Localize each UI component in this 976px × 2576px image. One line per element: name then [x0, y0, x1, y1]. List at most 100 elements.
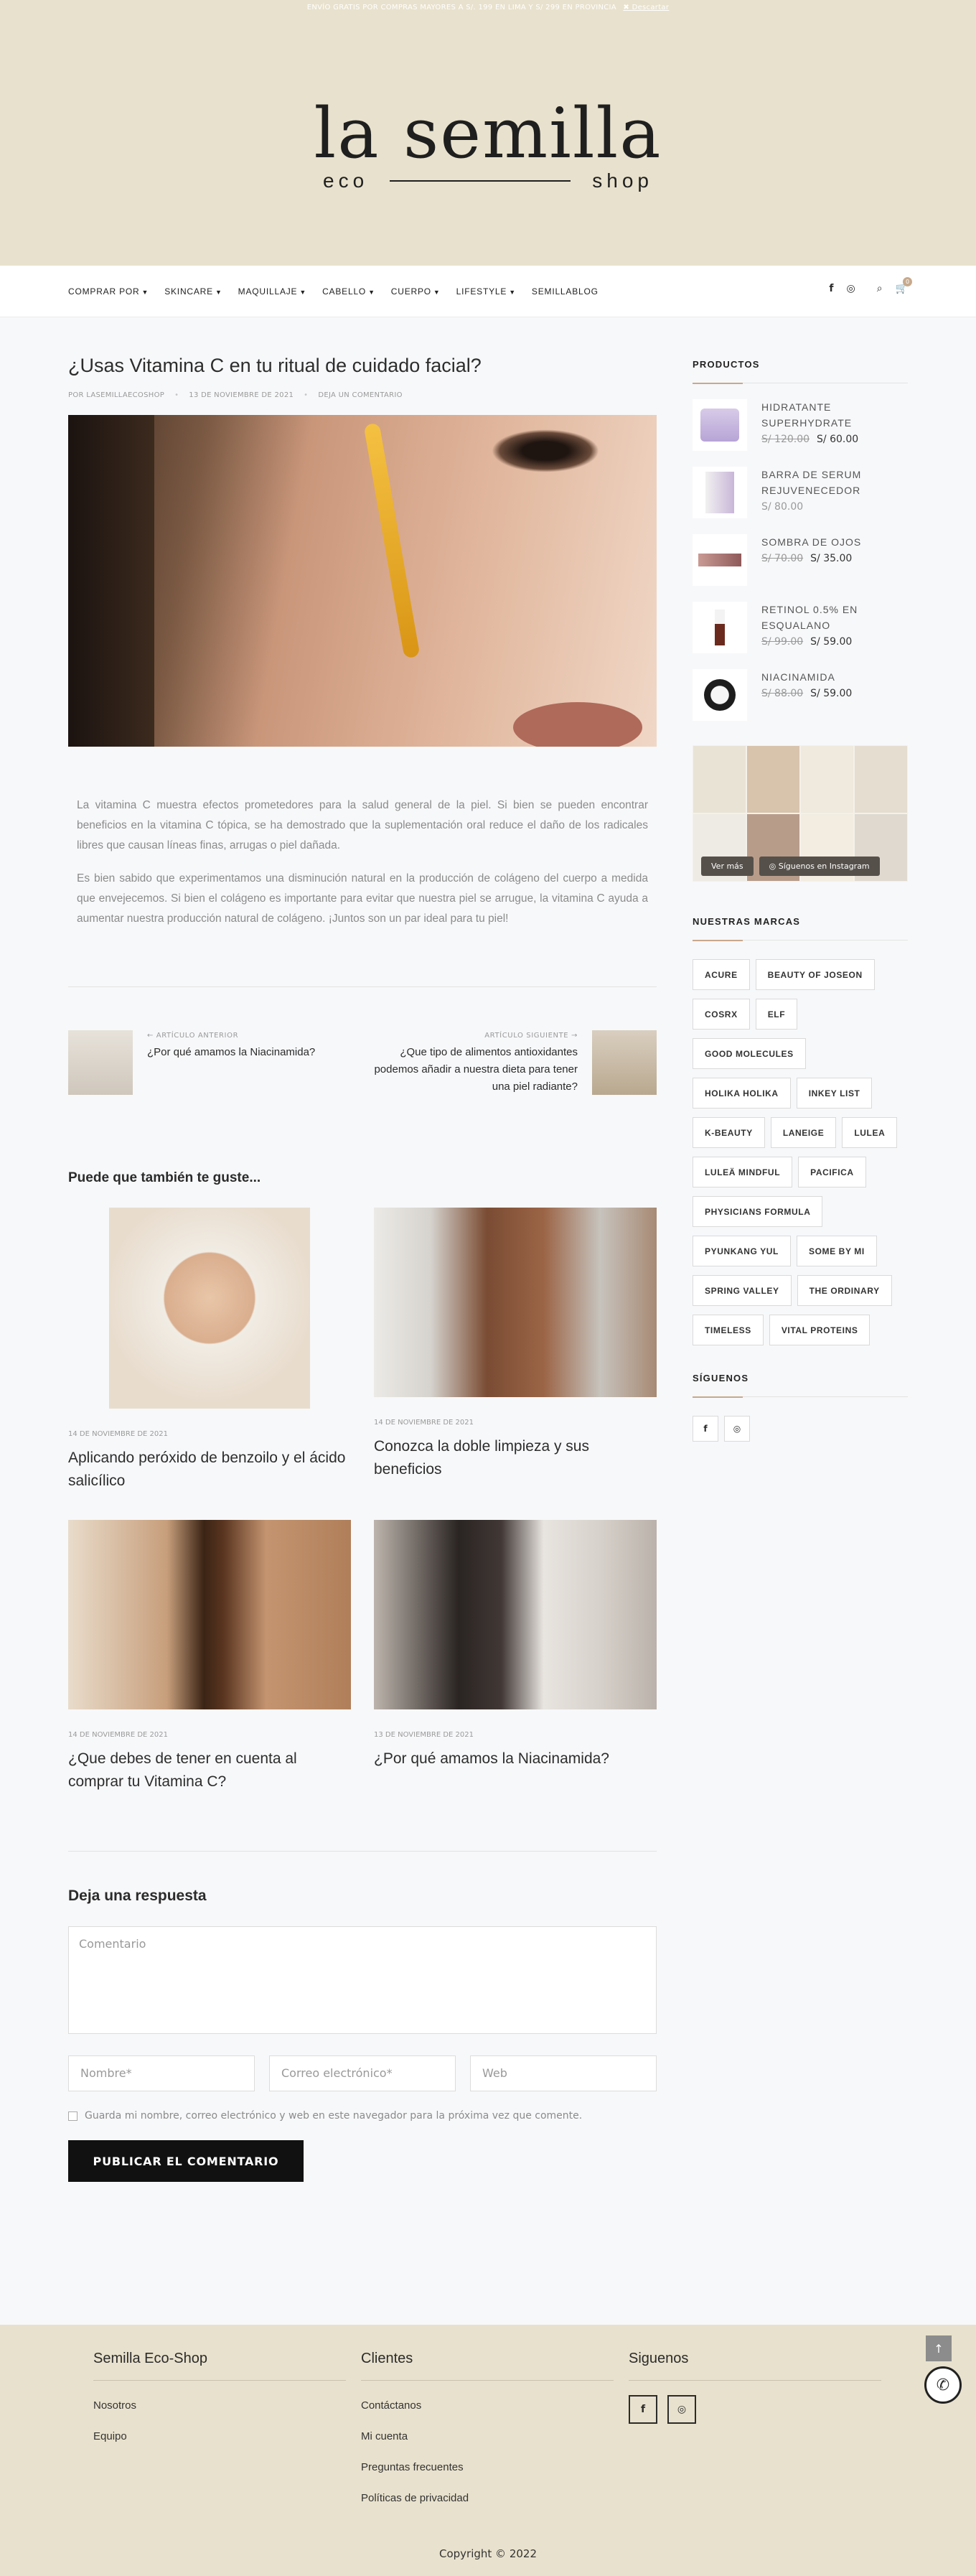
- cart-icon[interactable]: 🛒 0: [896, 277, 912, 294]
- logo-wordmark[interactable]: la semilla: [314, 98, 662, 169]
- related-card-title[interactable]: Aplicando peróxido de benzoilo y el ácid…: [68, 1447, 351, 1493]
- nav-label[interactable]: CABELLO: [322, 286, 366, 297]
- brand-tag[interactable]: PHYSICIANS FORMULA: [693, 1196, 823, 1227]
- product-name[interactable]: HIDRATANTE SUPERHYDRATE: [761, 399, 908, 431]
- related-card-image[interactable]: [68, 1520, 351, 1709]
- related-card[interactable]: 14 DE NOVIEMBRE DE 2021 Conozca la doble…: [374, 1208, 657, 1493]
- post-author-link[interactable]: POR LASEMILLAECOSHOP: [68, 391, 164, 399]
- product-name[interactable]: RETINOL 0.5% EN ESQUALANO: [761, 602, 908, 633]
- prev-post-link[interactable]: ← ARTÍCULO ANTERIOR ¿Por qué amamos la N…: [68, 1030, 355, 1096]
- save-info-label[interactable]: Guarda mi nombre, correo electrónico y w…: [85, 2110, 582, 2122]
- related-card-title[interactable]: Conozca la doble limpieza y sus benefici…: [374, 1435, 657, 1481]
- brand-tag[interactable]: SPRING VALLEY: [693, 1275, 792, 1306]
- product-thumbnail[interactable]: [693, 602, 747, 653]
- instagram-photo[interactable]: [746, 745, 800, 813]
- product-name[interactable]: SOMBRA DE OJOS: [761, 534, 861, 550]
- nav-item-semillablog[interactable]: SEMILLABLOG: [532, 286, 599, 297]
- nav-label[interactable]: SEMILLABLOG: [532, 286, 599, 297]
- footer-link[interactable]: Preguntas frecuentes: [361, 2461, 614, 2473]
- nav-item-skincare[interactable]: SKINCARE ▼: [164, 286, 222, 297]
- nav-item-comprar[interactable]: COMPRAR POR ▼: [68, 286, 149, 297]
- brand-tag[interactable]: K-BEAUTY: [693, 1117, 765, 1148]
- product-item[interactable]: SOMBRA DE OJOS S/ 70.00 S/ 35.00: [693, 534, 908, 586]
- nav-label[interactable]: COMPRAR POR: [68, 286, 139, 297]
- brand-tag[interactable]: LULEA: [842, 1117, 898, 1148]
- instagram-photo[interactable]: [854, 745, 908, 813]
- next-post-link[interactable]: ARTÍCULO SIGUIENTE → ¿Que tipo de alimen…: [370, 1030, 657, 1096]
- submit-comment-button[interactable]: PUBLICAR EL COMENTARIO: [68, 2140, 304, 2182]
- brand-tag[interactable]: GOOD MOLECULES: [693, 1038, 806, 1069]
- brand-tag[interactable]: INKEY LIST: [796, 1078, 873, 1109]
- post-comment-link[interactable]: DEJA UN COMENTARIO: [318, 391, 402, 399]
- instagram-icon[interactable]: ◎: [724, 1416, 750, 1442]
- email-field[interactable]: Correo electrónico*: [269, 2055, 456, 2091]
- footer-link[interactable]: Contáctanos: [361, 2399, 614, 2412]
- dismiss-link[interactable]: ✖ Descartar: [623, 4, 669, 11]
- brand-tag[interactable]: ELF: [755, 999, 798, 1030]
- related-card-title[interactable]: ¿Que debes de tener en cuenta al comprar…: [68, 1747, 351, 1793]
- related-card[interactable]: 14 DE NOVIEMBRE DE 2021 Aplicando peróxi…: [68, 1208, 351, 1493]
- footer-link[interactable]: Políticas de privacidad: [361, 2492, 614, 2504]
- nav-item-lifestyle[interactable]: LIFESTYLE ▼: [456, 286, 516, 297]
- brand-tag[interactable]: HOLIKA HOLIKA: [693, 1078, 791, 1109]
- facebook-icon[interactable]: f: [693, 1416, 718, 1442]
- product-thumbnail[interactable]: [693, 467, 747, 518]
- website-field[interactable]: Web: [470, 2055, 657, 2091]
- name-field[interactable]: Nombre*: [68, 2055, 255, 2091]
- follow-label[interactable]: Síguenos en Instagram: [779, 862, 870, 871]
- product-name[interactable]: BARRA DE SERUM REJUVENECEDOR: [761, 467, 908, 498]
- nav-item-cuerpo[interactable]: CUERPO ▼: [391, 286, 441, 297]
- brand-tag[interactable]: BEAUTY OF JOSEON: [755, 959, 875, 990]
- brand-tag[interactable]: PACIFICA: [798, 1157, 866, 1187]
- brand-tag[interactable]: TIMELESS: [693, 1315, 764, 1345]
- site-logo[interactable]: la semilla eco shop: [314, 98, 662, 192]
- footer-link[interactable]: Mi cuenta: [361, 2430, 614, 2442]
- related-card[interactable]: 14 DE NOVIEMBRE DE 2021 ¿Que debes de te…: [68, 1520, 351, 1793]
- brand-tag[interactable]: PYUNKANG YUL: [693, 1236, 791, 1266]
- related-card-image[interactable]: [374, 1520, 657, 1709]
- scroll-to-top-button[interactable]: ↑: [926, 2335, 952, 2361]
- comment-textarea[interactable]: Comentario: [68, 1926, 657, 2034]
- product-thumbnail[interactable]: [693, 669, 747, 721]
- nav-label[interactable]: CUERPO: [391, 286, 431, 297]
- related-card-image[interactable]: [109, 1208, 310, 1409]
- related-card[interactable]: 13 DE NOVIEMBRE DE 2021 ¿Por qué amamos …: [374, 1520, 657, 1793]
- footer-link[interactable]: Nosotros: [93, 2399, 346, 2412]
- nav-label[interactable]: LIFESTYLE: [456, 286, 507, 297]
- instagram-follow-button[interactable]: ◎ Síguenos en Instagram: [759, 857, 880, 876]
- facebook-icon[interactable]: f: [629, 2395, 657, 2424]
- nav-item-maquillaje[interactable]: MAQUILLAJE ▼: [238, 286, 306, 297]
- product-name[interactable]: NIACINAMIDA: [761, 669, 852, 685]
- related-card-title[interactable]: ¿Por qué amamos la Niacinamida?: [374, 1747, 657, 1770]
- footer-link[interactable]: Equipo: [93, 2430, 346, 2442]
- brand-tag[interactable]: LANEIGE: [770, 1117, 837, 1148]
- next-post-title[interactable]: ¿Que tipo de alimentos antioxidantes pod…: [370, 1044, 578, 1096]
- instagram-photo[interactable]: [693, 745, 746, 813]
- instagram-icon[interactable]: ◎: [847, 283, 855, 294]
- instagram-more-button[interactable]: Ver más: [701, 857, 754, 876]
- brand-tag[interactable]: THE ORDINARY: [797, 1275, 892, 1306]
- nav-label[interactable]: MAQUILLAJE: [238, 286, 298, 297]
- whatsapp-icon[interactable]: ✆: [924, 2366, 962, 2404]
- post-date-link[interactable]: 13 DE NOVIEMBRE DE 2021: [189, 391, 294, 399]
- brand-tag[interactable]: ACURE: [693, 959, 750, 990]
- instagram-icon[interactable]: ◎: [667, 2395, 696, 2424]
- prev-post-title[interactable]: ¿Por qué amamos la Niacinamida?: [147, 1044, 315, 1061]
- related-card-image[interactable]: [374, 1208, 657, 1397]
- product-item[interactable]: BARRA DE SERUM REJUVENECEDOR S/ 80.00: [693, 467, 908, 518]
- brand-tag[interactable]: SOME BY MI: [797, 1236, 877, 1266]
- next-post-thumbnail[interactable]: [592, 1030, 657, 1095]
- brand-tag[interactable]: LULEÄ MINDFUL: [693, 1157, 793, 1187]
- nav-item-cabello[interactable]: CABELLO ▼: [322, 286, 375, 297]
- product-item[interactable]: NIACINAMIDA S/ 88.00 S/ 59.00: [693, 669, 908, 721]
- nav-label[interactable]: SKINCARE: [164, 286, 213, 297]
- product-thumbnail[interactable]: [693, 534, 747, 586]
- search-icon[interactable]: ⌕: [877, 283, 883, 294]
- brand-tag[interactable]: COSRX: [693, 999, 750, 1030]
- save-info-checkbox[interactable]: [68, 2111, 78, 2121]
- instagram-photo[interactable]: [800, 745, 854, 813]
- product-item[interactable]: RETINOL 0.5% EN ESQUALANO S/ 99.00 S/ 59.…: [693, 602, 908, 653]
- brand-tag[interactable]: VITAL PROTEINS: [769, 1315, 871, 1345]
- facebook-icon[interactable]: f: [829, 283, 833, 294]
- product-item[interactable]: HIDRATANTE SUPERHYDRATE S/ 120.00 S/ 60.0…: [693, 399, 908, 451]
